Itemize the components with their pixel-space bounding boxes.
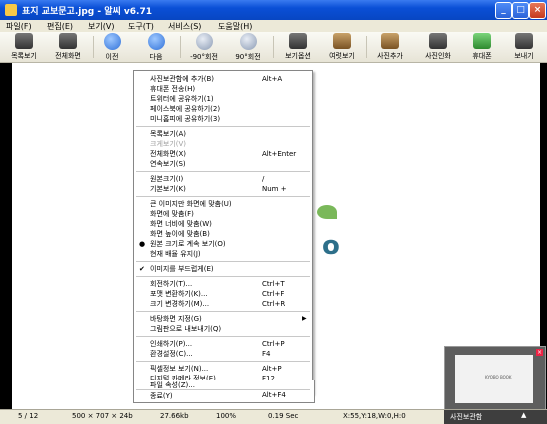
menu-item-print[interactable]: 인쇄하기(P)... Ctrl+P	[134, 339, 312, 349]
menu-item-share-facebook[interactable]: 페이스북에 공유하기(2)	[134, 104, 312, 114]
menu-item-set-wallpaper[interactable]: 바탕화면 지정(G) ▶	[134, 314, 312, 324]
menu-separator	[136, 361, 310, 362]
menu-edit[interactable]: 편집(E)	[47, 21, 73, 32]
navigator-thumbnail[interactable]: KYOBO BOOK	[455, 355, 533, 403]
close-button[interactable]: ×	[529, 2, 546, 19]
navigator-panel[interactable]: KYOBO BOOK ×	[444, 346, 546, 410]
menu-separator	[136, 126, 310, 127]
menu-item-pixel-info[interactable]: 픽셀정보 보기(N)... Alt+P	[134, 364, 312, 374]
maximize-button[interactable]: □	[512, 2, 529, 19]
menu-item-resize[interactable]: 크기 변경하기(M)... Ctrl+R	[134, 299, 312, 309]
menu-item-add-to-album[interactable]: 사진보관함에 추가(B) Alt+A	[134, 74, 312, 84]
menu-help[interactable]: 도움말(H)	[218, 21, 252, 32]
menu-separator	[136, 196, 310, 197]
menu-item-fit-screen[interactable]: 화면에 맞춤(F)	[134, 209, 312, 219]
menu-separator	[136, 261, 310, 262]
menu-separator	[136, 311, 310, 312]
menu-item-send-to-phone[interactable]: 휴대폰 전송(H)	[134, 84, 312, 94]
image-dimensions: 500 × 707 × 24b	[72, 412, 133, 420]
arrow-right-icon	[147, 33, 165, 50]
view-options-button[interactable]: 보기옵션	[276, 33, 320, 61]
menu-item-exit[interactable]: 종료(Y)	[150, 391, 173, 401]
menu-item-default-view[interactable]: 기본보기(K) Num +	[134, 184, 312, 194]
window-title: 표지 교보문고.jpg - 알씨 v6.71	[22, 7, 152, 17]
menu-item-share-twitter[interactable]: 트위터에 공유하기(1)	[134, 94, 312, 104]
menu-tools[interactable]: 도구(T)	[128, 21, 154, 32]
logo-letter: o	[322, 231, 340, 261]
rotate-left-icon	[195, 33, 213, 50]
cursor-coords: X:55,Y:18,W:0,H:0	[343, 412, 406, 420]
toolbar-divider	[180, 36, 181, 58]
image-index: 5 / 12	[18, 412, 39, 420]
navigator-toggle[interactable]: 사진보관함 ▲	[444, 410, 547, 424]
close-icon[interactable]: ×	[536, 349, 543, 356]
menu-item-fit-height[interactable]: 화면 높이에 맞춤(B)	[134, 229, 312, 239]
menu-item-share-minihompy[interactable]: 미니홈피에 공유하기(3)	[134, 114, 312, 124]
zoom-level: 100%	[216, 412, 237, 420]
camera-icon	[289, 33, 307, 49]
title-bar: 표지 교보문고.jpg - 알씨 v6.71 _ □ ×	[0, 0, 547, 20]
previous-button[interactable]: 이전	[90, 33, 134, 61]
menu-item-keep-zoom[interactable]: 현재 배율 유지(J)	[134, 249, 312, 259]
send-icon	[515, 33, 533, 49]
menu-separator	[136, 389, 310, 390]
arrow-left-icon	[103, 33, 121, 50]
menu-item-slideshow[interactable]: 연속보기(S)	[134, 159, 312, 169]
file-size: 27.66kb	[160, 412, 189, 420]
menu-item-fullscreen[interactable]: 전체화면(X) Alt+Enter	[134, 149, 312, 159]
toolbar-divider	[366, 36, 367, 58]
checkmark-icon: ✔	[139, 265, 145, 273]
grid-icon	[15, 33, 33, 49]
menu-item-large-view: 크게보기(V)	[150, 140, 187, 148]
menu-item-convert-format[interactable]: 포맷 변환하기(K)... Ctrl+F	[134, 289, 312, 299]
toolbar-divider	[273, 36, 274, 58]
menu-separator	[136, 171, 310, 172]
menu-item-settings[interactable]: 환경설정(C)... F4	[134, 349, 312, 359]
menu-item-export-paint[interactable]: 그림판으로 내보내기(Q)	[134, 324, 312, 334]
monitor-icon	[59, 33, 77, 49]
minimize-button[interactable]: _	[495, 2, 512, 19]
menu-item-keep-original[interactable]: ● 원본 크기로 계속 보기(O)	[134, 239, 312, 249]
menu-item-original-size[interactable]: 원본크기(I) /	[134, 174, 312, 184]
chevron-up-icon: ▲	[521, 411, 527, 419]
rotate-left-button[interactable]: -90°회전	[182, 33, 226, 61]
send-button[interactable]: 보내기	[502, 33, 546, 61]
load-time: 0.19 Sec	[268, 412, 299, 420]
film-icon	[333, 33, 351, 49]
print-photo-button[interactable]: 사진인화	[416, 33, 460, 61]
toolbar: 목록보기 전체화면 이전 다음 -90°회전 90°회전 보기옵션 여럿보기 사…	[0, 32, 547, 63]
list-view-button[interactable]: 목록보기	[2, 33, 46, 61]
menu-item-exit-key: Alt+F4	[262, 391, 286, 399]
menu-item-rotate[interactable]: 회전하기(T)... Ctrl+T	[134, 279, 312, 289]
menu-item-list-view[interactable]: 목록보기(A)	[134, 129, 312, 139]
add-photo-button[interactable]: 사진추가	[368, 33, 412, 61]
menu-separator	[136, 276, 310, 277]
menu-separator	[136, 336, 310, 337]
menu-item-fit-width[interactable]: 화면 너비에 맞춤(W)	[134, 219, 312, 229]
photo-add-icon	[381, 33, 399, 49]
radio-dot-icon: ●	[139, 240, 146, 248]
menu-file[interactable]: 파일(F)	[6, 21, 32, 32]
status-bar: 5 / 12 500 × 707 × 24b 27.66kb 100% 0.19…	[0, 409, 547, 424]
menu-item-smooth-image[interactable]: ✔ 이미지를 부드럽게(E)	[134, 264, 312, 274]
phone-icon	[473, 33, 491, 49]
rotate-right-icon	[239, 33, 257, 50]
fullscreen-button[interactable]: 전체화면	[46, 33, 90, 61]
submenu-arrow-icon: ▶	[302, 315, 307, 322]
app-icon	[5, 4, 17, 16]
multi-view-button[interactable]: 여럿보기	[320, 33, 364, 61]
printer-icon	[429, 33, 447, 49]
menu-item-fit-large-only[interactable]: 큰 이미지만 화면에 맞춤(U)	[134, 199, 312, 209]
next-button[interactable]: 다음	[134, 33, 178, 61]
menu-service[interactable]: 서비스(S)	[168, 21, 201, 32]
leaf-logo-mark	[317, 205, 337, 219]
mobile-button[interactable]: 휴대폰	[460, 33, 504, 61]
rotate-right-button[interactable]: 90°회전	[226, 33, 270, 61]
context-menu-tail: 파일 속성(Z)... 종료(Y) Alt+F4	[133, 380, 315, 403]
menu-bar: 파일(F) 편집(E) 보기(V) 도구(T) 서비스(S) 도움말(H)	[0, 20, 547, 32]
context-menu: 사진보관함에 추가(B) Alt+A 휴대폰 전송(H) 트위터에 공유하기(1)…	[133, 70, 313, 394]
menu-view[interactable]: 보기(V)	[88, 21, 114, 32]
